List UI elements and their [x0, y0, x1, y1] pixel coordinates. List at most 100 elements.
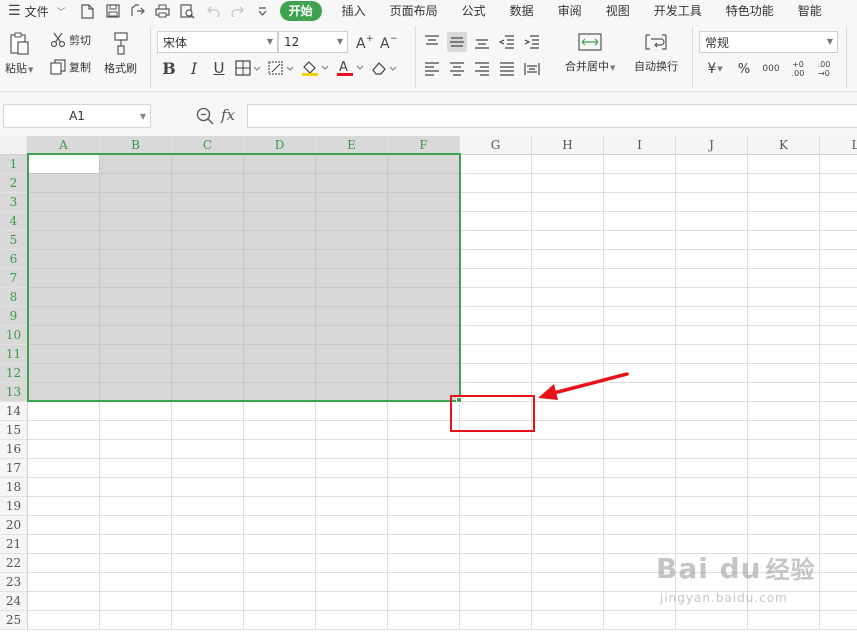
- cell-l21[interactable]: [820, 535, 857, 554]
- cell-e13[interactable]: [316, 383, 388, 402]
- cell-f2[interactable]: [388, 174, 460, 193]
- font-name-select[interactable]: 宋体 ▼: [157, 31, 278, 53]
- cell-k24[interactable]: [748, 592, 820, 611]
- increase-decimal-button[interactable]: +0 .00: [788, 59, 808, 79]
- fill-handle[interactable]: [456, 397, 462, 403]
- cell-a12[interactable]: [28, 364, 100, 383]
- cell-k15[interactable]: [748, 421, 820, 440]
- cell-j20[interactable]: [676, 516, 748, 535]
- cell-c7[interactable]: [172, 269, 244, 288]
- cell-e23[interactable]: [316, 573, 388, 592]
- tab-data[interactable]: 数据: [498, 1, 546, 21]
- cell-d22[interactable]: [244, 554, 316, 573]
- cell-b14[interactable]: [100, 402, 172, 421]
- cell-e7[interactable]: [316, 269, 388, 288]
- copy-button[interactable]: 复制: [50, 59, 91, 75]
- cell-i7[interactable]: [604, 269, 676, 288]
- cell-i24[interactable]: [604, 592, 676, 611]
- row-header-18[interactable]: 18: [0, 478, 28, 497]
- row-header-8[interactable]: 8: [0, 288, 28, 307]
- cell-a11[interactable]: [28, 345, 100, 364]
- cell-i23[interactable]: [604, 573, 676, 592]
- align-middle-icon[interactable]: [447, 32, 467, 52]
- cell-c19[interactable]: [172, 497, 244, 516]
- row-header-3[interactable]: 3: [0, 193, 28, 212]
- tab-smart[interactable]: 智能: [786, 1, 834, 21]
- cell-f14[interactable]: [388, 402, 460, 421]
- cell-h4[interactable]: [532, 212, 604, 231]
- increase-font-size-icon[interactable]: A +: [354, 32, 374, 52]
- cell-h6[interactable]: [532, 250, 604, 269]
- cell-k21[interactable]: [748, 535, 820, 554]
- cell-h10[interactable]: [532, 326, 604, 345]
- cell-c12[interactable]: [172, 364, 244, 383]
- cell-e19[interactable]: [316, 497, 388, 516]
- cell-j23[interactable]: [676, 573, 748, 592]
- cell-a21[interactable]: [28, 535, 100, 554]
- cell-b25[interactable]: [100, 611, 172, 630]
- cell-j4[interactable]: [676, 212, 748, 231]
- column-header-j[interactable]: J: [676, 136, 748, 155]
- cell-f17[interactable]: [388, 459, 460, 478]
- cell-b13[interactable]: [100, 383, 172, 402]
- cell-j2[interactable]: [676, 174, 748, 193]
- cell-f6[interactable]: [388, 250, 460, 269]
- cell-i4[interactable]: [604, 212, 676, 231]
- cell-c25[interactable]: [172, 611, 244, 630]
- cell-a7[interactable]: [28, 269, 100, 288]
- cell-b9[interactable]: [100, 307, 172, 326]
- cell-l12[interactable]: [820, 364, 857, 383]
- cell-k17[interactable]: [748, 459, 820, 478]
- format-painter-button[interactable]: 格式刷: [104, 32, 137, 76]
- cell-f1[interactable]: [388, 155, 460, 174]
- cell-l24[interactable]: [820, 592, 857, 611]
- cell-f9[interactable]: [388, 307, 460, 326]
- cell-e18[interactable]: [316, 478, 388, 497]
- cell-g1[interactable]: [460, 155, 532, 174]
- cell-j16[interactable]: [676, 440, 748, 459]
- tab-insert[interactable]: 插入: [330, 1, 378, 21]
- cell-k20[interactable]: [748, 516, 820, 535]
- print-icon[interactable]: [155, 3, 171, 19]
- cell-i6[interactable]: [604, 250, 676, 269]
- cell-f8[interactable]: [388, 288, 460, 307]
- cell-a22[interactable]: [28, 554, 100, 573]
- cell-j10[interactable]: [676, 326, 748, 345]
- cell-l16[interactable]: [820, 440, 857, 459]
- cell-e25[interactable]: [316, 611, 388, 630]
- cell-l6[interactable]: [820, 250, 857, 269]
- cell-c3[interactable]: [172, 193, 244, 212]
- cell-d8[interactable]: [244, 288, 316, 307]
- cell-e17[interactable]: [316, 459, 388, 478]
- cell-a8[interactable]: [28, 288, 100, 307]
- row-header-22[interactable]: 22: [0, 554, 28, 573]
- cell-b8[interactable]: [100, 288, 172, 307]
- cell-k23[interactable]: [748, 573, 820, 592]
- font-color-icon[interactable]: A: [335, 58, 365, 78]
- cell-c4[interactable]: [172, 212, 244, 231]
- row-header-24[interactable]: 24: [0, 592, 28, 611]
- cell-c22[interactable]: [172, 554, 244, 573]
- cell-k22[interactable]: [748, 554, 820, 573]
- cell-a13[interactable]: [28, 383, 100, 402]
- cell-c10[interactable]: [172, 326, 244, 345]
- cell-g13[interactable]: [460, 383, 532, 402]
- cell-e9[interactable]: [316, 307, 388, 326]
- cell-c8[interactable]: [172, 288, 244, 307]
- cell-g3[interactable]: [460, 193, 532, 212]
- cell-d18[interactable]: [244, 478, 316, 497]
- cell-a4[interactable]: [28, 212, 100, 231]
- currency-format-button[interactable]: ¥ ▼: [702, 59, 728, 79]
- cell-j24[interactable]: [676, 592, 748, 611]
- cell-b2[interactable]: [100, 174, 172, 193]
- cell-c21[interactable]: [172, 535, 244, 554]
- cell-b19[interactable]: [100, 497, 172, 516]
- cell-l1[interactable]: [820, 155, 857, 174]
- cell-g21[interactable]: [460, 535, 532, 554]
- cell-e10[interactable]: [316, 326, 388, 345]
- cell-l23[interactable]: [820, 573, 857, 592]
- column-header-g[interactable]: G: [460, 136, 532, 155]
- cell-h11[interactable]: [532, 345, 604, 364]
- tab-formulas[interactable]: 公式: [450, 1, 498, 21]
- underline-icon[interactable]: U: [209, 58, 229, 78]
